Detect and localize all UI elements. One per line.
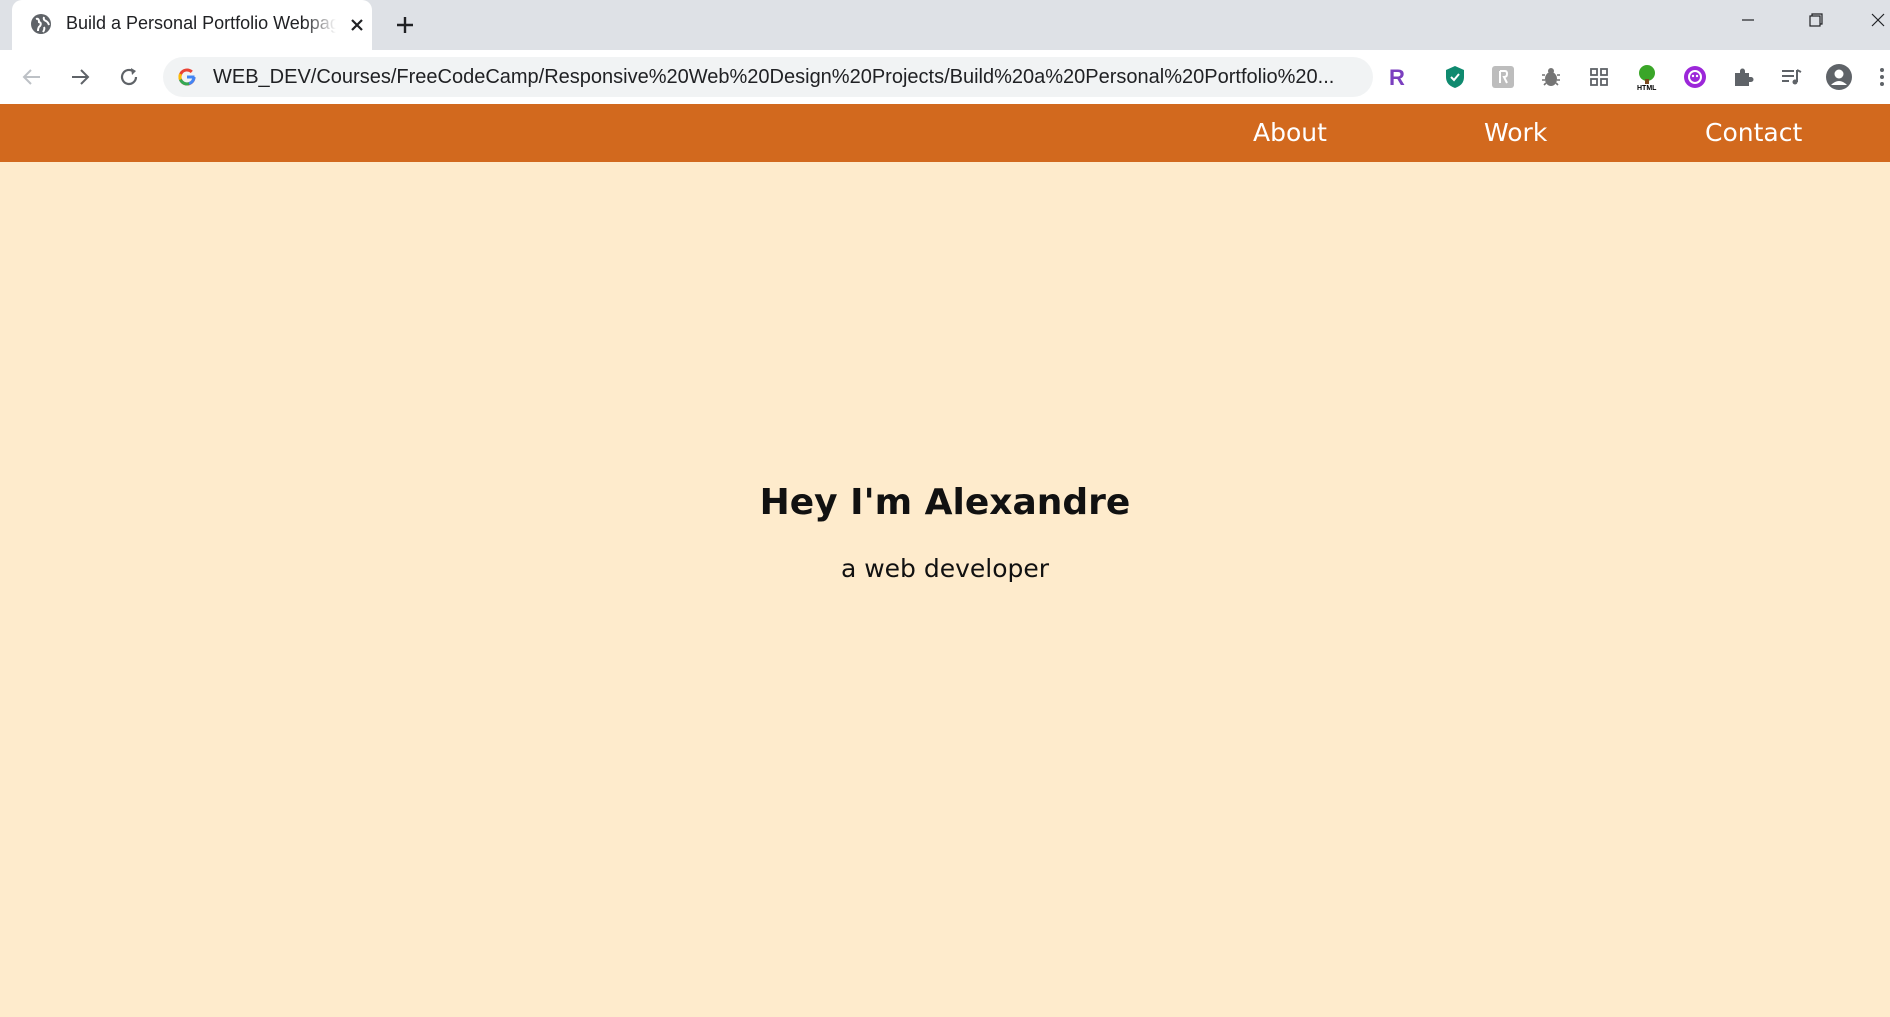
welcome-section: Hey I'm Alexandre a web developer: [0, 162, 1890, 1017]
nav-link-work[interactable]: Work: [1484, 118, 1547, 147]
media-queue-icon[interactable]: [1777, 63, 1805, 91]
menu-dots-icon[interactable]: [1873, 63, 1890, 91]
svg-text:R: R: [1389, 65, 1405, 89]
new-tab-plus-icon[interactable]: [390, 10, 420, 40]
reload-icon[interactable]: [113, 61, 145, 93]
gray-extension-icon[interactable]: [1489, 63, 1517, 91]
tab-title: Build a Personal Portfolio Webpage: [66, 13, 336, 33]
globe-icon: [30, 13, 52, 35]
close-tab-icon[interactable]: [345, 13, 369, 37]
profile-icon[interactable]: [1825, 63, 1853, 91]
site-navbar: About Work Contact: [0, 104, 1890, 162]
purple-circle-extension-icon[interactable]: [1681, 63, 1709, 91]
r-extension-icon[interactable]: R: [1383, 63, 1411, 91]
browser-toolbar: WEB_DEV/Courses/FreeCodeCamp/Responsive%…: [0, 50, 1890, 104]
browser-tab[interactable]: Build a Personal Portfolio Webpage: [12, 0, 372, 50]
grid-extension-icon[interactable]: [1585, 63, 1613, 91]
shield-extension-icon[interactable]: [1441, 63, 1469, 91]
restore-window-icon[interactable]: [1786, 0, 1846, 40]
google-g-icon: [177, 67, 197, 87]
back-arrow-icon[interactable]: [16, 61, 48, 93]
bug-extension-icon[interactable]: [1537, 63, 1565, 91]
svg-text:HTML: HTML: [1637, 85, 1657, 91]
tab-strip: Build a Personal Portfolio Webpage: [0, 0, 1890, 50]
address-bar[interactable]: WEB_DEV/Courses/FreeCodeCamp/Responsive%…: [163, 57, 1373, 97]
url-text: WEB_DEV/Courses/FreeCodeCamp/Responsive%…: [213, 66, 1335, 88]
minimize-icon[interactable]: [1718, 0, 1778, 40]
forward-arrow-icon[interactable]: [64, 61, 96, 93]
nav-link-contact[interactable]: Contact: [1705, 118, 1802, 147]
html-tree-extension-icon[interactable]: HTML: [1633, 63, 1661, 91]
puzzle-icon[interactable]: [1729, 63, 1757, 91]
hero-subtitle: a web developer: [840, 554, 1050, 583]
nav-link-about[interactable]: About: [1253, 118, 1327, 147]
close-window-icon[interactable]: [1854, 0, 1890, 40]
hero-title: Hey I'm Alexandre: [759, 482, 1131, 523]
